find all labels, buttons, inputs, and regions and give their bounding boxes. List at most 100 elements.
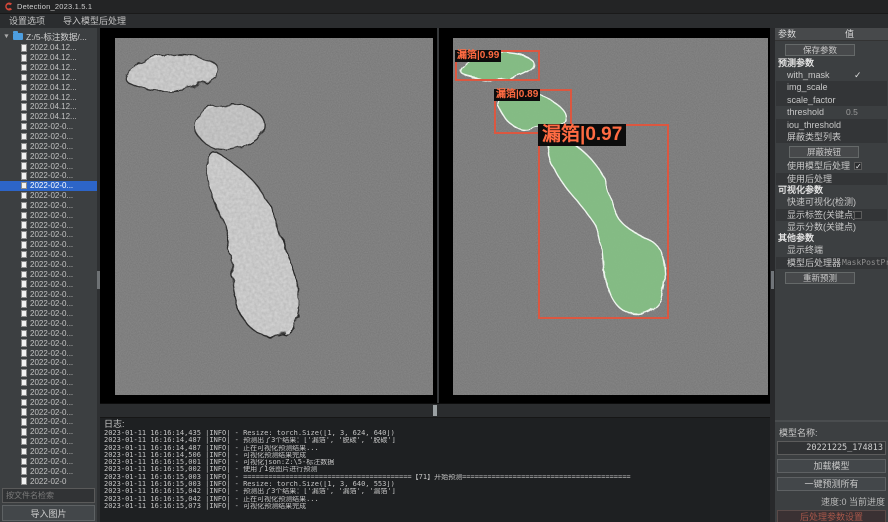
param-row-scale-factor[interactable]: scale_factor xyxy=(776,94,887,106)
tree-item[interactable]: 2022-02-0... xyxy=(0,220,97,230)
tree-item[interactable]: 2022-02-0... xyxy=(0,309,97,319)
tree-item[interactable]: 2022-02-0... xyxy=(0,269,97,279)
tree-item[interactable]: 2022-02-0... xyxy=(0,289,97,299)
mask-button[interactable]: 屏蔽按钮 xyxy=(789,146,859,158)
prediction-image-pane[interactable]: 漏箔|0.99 漏箔|0.89 漏箔|0.97 xyxy=(453,38,768,395)
tree-item-label: 2022.04.12... xyxy=(30,73,77,82)
tree-item[interactable]: 2022-02-0... xyxy=(0,210,97,220)
tree-item-label: 2022-02-0... xyxy=(30,201,73,210)
tree-item-label: 2022.04.12... xyxy=(30,53,77,62)
param-row-use-post[interactable]: 使用后处理 xyxy=(776,173,887,185)
tree-item-label: 2022-02-0... xyxy=(30,398,73,407)
save-params-button[interactable]: 保存参数 xyxy=(785,44,855,56)
repredict-button[interactable]: 重新预测 xyxy=(785,272,855,284)
tree-item[interactable]: 2022-02-0... xyxy=(0,171,97,181)
tree-item[interactable]: 2022-02-0... xyxy=(0,161,97,171)
tree-item[interactable]: 2022-02-0... xyxy=(0,240,97,250)
log-splitter[interactable] xyxy=(100,403,770,417)
tree-item[interactable]: 2022-02-0... xyxy=(0,141,97,151)
tree-item[interactable]: 2022-02-0... xyxy=(0,132,97,142)
menu-import-postprocess[interactable]: 导入模型后处理 xyxy=(54,14,135,28)
original-image-pane[interactable] xyxy=(115,38,433,395)
param-row-img-scale[interactable]: img_scale xyxy=(776,81,887,93)
model-name-field[interactable]: 20221225_174813 xyxy=(777,441,886,455)
tree-item-label: 2022-02-0... xyxy=(30,162,73,171)
param-value[interactable]: 0.5 xyxy=(846,106,858,118)
menu-settings[interactable]: 设置选项 xyxy=(0,14,54,28)
tree-item[interactable]: 2022-02-0... xyxy=(0,319,97,329)
param-row-threshold[interactable]: threshold 0.5 xyxy=(776,106,887,118)
postprocess-settings-button[interactable]: 后处理参数设置 xyxy=(777,510,886,522)
tree-item[interactable]: 2022-02-0... xyxy=(0,417,97,427)
tree-root-node[interactable]: ▼ Z:/5-标注数据/... xyxy=(0,30,97,43)
tree-item[interactable]: 2022-02-0... xyxy=(0,181,97,191)
tree-item[interactable]: 2022.04.12... xyxy=(0,43,97,53)
param-row-quick-visual[interactable]: 快速可视化(检测) xyxy=(776,196,887,208)
tree-item[interactable]: 2022-02-0... xyxy=(0,279,97,289)
tree-item[interactable]: 2022-02-0... xyxy=(0,338,97,348)
tree-item[interactable]: 2022-02-0... xyxy=(0,456,97,466)
checkbox-unchecked[interactable] xyxy=(854,211,862,219)
param-row-show-terminal[interactable]: 显示终端 xyxy=(776,244,887,256)
speed-progress-status: 速度:0 当前进度 xyxy=(777,495,886,506)
tree-item[interactable]: 2022-02-0... xyxy=(0,447,97,457)
tree-item[interactable]: 2022-02-0... xyxy=(0,191,97,201)
file-tree[interactable]: ▼ Z:/5-标注数据/... 2022.04.12...2022.04.12.… xyxy=(0,28,97,486)
tree-item[interactable]: 2022-02-0... xyxy=(0,407,97,417)
tree-item[interactable]: 2022.04.12... xyxy=(0,112,97,122)
app-logo-icon xyxy=(4,2,13,11)
tree-item[interactable]: 2022-02-0... xyxy=(0,466,97,476)
checkbox-checked[interactable]: ✓ xyxy=(854,162,862,170)
tree-item[interactable]: 2022-02-0... xyxy=(0,299,97,309)
tree-item[interactable]: 2022-02-0... xyxy=(0,230,97,240)
tree-item[interactable]: 2022-02-0... xyxy=(0,437,97,447)
tree-item[interactable]: 2022.04.12... xyxy=(0,53,97,63)
tree-item[interactable]: 2022.04.12... xyxy=(0,73,97,83)
tree-item[interactable]: 2022-02-0... xyxy=(0,427,97,437)
image-area: 漏箔|0.99 漏箔|0.89 漏箔|0.97 xyxy=(100,28,770,403)
expand-arrow-icon[interactable]: ▼ xyxy=(3,33,10,39)
predict-all-button[interactable]: 一键预测所有 xyxy=(777,477,886,491)
param-row-with-mask[interactable]: with_mask ✓ xyxy=(776,69,887,81)
param-row-show-score[interactable]: 显示分数(关键点) xyxy=(776,221,887,233)
param-row-use-model-post[interactable]: 使用模型后处理 ✓ xyxy=(776,160,887,172)
param-label: 模型后处理器 xyxy=(787,258,841,268)
param-row-iou-threshold[interactable]: iou_threshold xyxy=(776,119,887,131)
tree-item-label: 2022-02-0... xyxy=(30,240,73,249)
file-icon xyxy=(21,251,27,259)
file-icon xyxy=(21,310,27,318)
file-icon xyxy=(21,418,27,426)
import-images-button[interactable]: 导入图片 xyxy=(2,505,95,521)
tree-item[interactable]: 2022-02-0... xyxy=(0,378,97,388)
tree-item[interactable]: 2022-02-0... xyxy=(0,358,97,368)
param-row-mask-type-list[interactable]: 屏蔽类型列表 xyxy=(776,131,887,143)
model-name-label: 模型名称: xyxy=(777,428,886,439)
tree-item[interactable]: 2022-02-0 xyxy=(0,476,97,486)
tree-item[interactable]: 2022-02-0... xyxy=(0,151,97,161)
checkmark-icon[interactable]: ✓ xyxy=(854,69,862,81)
tree-item-label: 2022-02-0... xyxy=(30,467,73,476)
tree-item[interactable]: 2022-02-0... xyxy=(0,348,97,358)
load-model-button[interactable]: 加载模型 xyxy=(777,459,886,473)
tree-item[interactable]: 2022.04.12... xyxy=(0,82,97,92)
tree-item[interactable]: 2022-02-0... xyxy=(0,250,97,260)
param-value[interactable]: MaskPostPro xyxy=(842,257,888,269)
tree-item[interactable]: 2022-02-0... xyxy=(0,260,97,270)
search-input[interactable] xyxy=(2,488,95,503)
tree-item[interactable]: 2022.04.12... xyxy=(0,102,97,112)
tree-item-label: 2022-02-0... xyxy=(30,319,73,328)
tree-item[interactable]: 2022-02-0... xyxy=(0,122,97,132)
param-row-show-label[interactable]: 显示标签(关键点) xyxy=(776,209,887,221)
tree-item-label: 2022-02-0... xyxy=(30,132,73,141)
tree-item[interactable]: 2022.04.12... xyxy=(0,92,97,102)
tree-item[interactable]: 2022-02-0... xyxy=(0,388,97,398)
tree-item[interactable]: 2022-02-0... xyxy=(0,201,97,211)
param-row-model-postprocessor[interactable]: 模型后处理器 MaskPostPro xyxy=(776,257,887,269)
splitter-grip[interactable] xyxy=(433,405,437,416)
param-label: iou_threshold xyxy=(787,120,841,130)
tree-item[interactable]: 2022-02-0... xyxy=(0,368,97,378)
tree-item[interactable]: 2022-02-0... xyxy=(0,397,97,407)
tree-item[interactable]: 2022.04.12... xyxy=(0,63,97,73)
splitter-grip[interactable] xyxy=(771,271,774,289)
tree-item[interactable]: 2022-02-0... xyxy=(0,328,97,338)
